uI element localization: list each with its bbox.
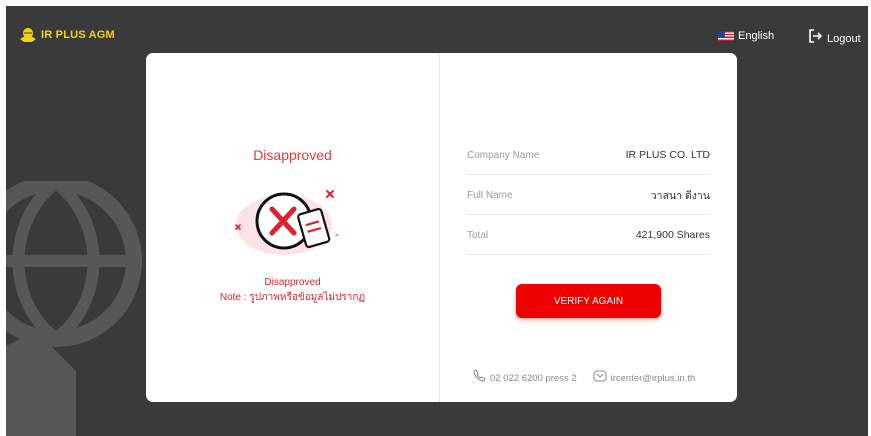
logout-icon bbox=[808, 29, 823, 48]
logout-button[interactable]: Logout bbox=[808, 29, 861, 48]
info-label: Company Name bbox=[467, 149, 540, 161]
logout-label: Logout bbox=[827, 32, 861, 45]
language-switcher[interactable]: English bbox=[718, 30, 774, 42]
globe-watermark-icon bbox=[6, 181, 142, 436]
info-row-company: Company Name IR PLUS CO. LTD bbox=[467, 136, 710, 175]
info-value: วาสนา ดีงาน bbox=[650, 189, 710, 202]
info-label: Full Name bbox=[467, 189, 513, 201]
phone-icon bbox=[473, 369, 486, 387]
verification-card: Disapproved Disapproved Note : รูปภาพหรื… bbox=[146, 53, 737, 402]
contact-email[interactable]: ircenter@irplus.in.th bbox=[611, 373, 696, 384]
brand-name: IR PLUS AGM bbox=[41, 29, 115, 41]
rejected-document-icon bbox=[235, 190, 339, 255]
info-value: IR PLUS CO. LTD bbox=[625, 149, 710, 161]
language-label: English bbox=[738, 30, 775, 42]
contact-phone[interactable]: 02 022 6200 press 2 bbox=[490, 373, 577, 384]
verify-again-button[interactable]: VERIFY AGAIN bbox=[516, 284, 661, 318]
status-title: Disapproved bbox=[253, 147, 332, 163]
shareholder-info-panel: Company Name IR PLUS CO. LTD Full Name ว… bbox=[440, 53, 737, 402]
app-screen: IR PLUS AGM English Logout Disapproved D… bbox=[6, 6, 868, 436]
info-row-total: Total 421,900 Shares bbox=[467, 216, 710, 255]
top-bar: IR PLUS AGM English Logout bbox=[6, 6, 868, 54]
us-flag-icon bbox=[718, 31, 734, 41]
handshake-icon bbox=[19, 27, 37, 43]
brand-logo[interactable]: IR PLUS AGM bbox=[19, 27, 115, 43]
info-label: Total bbox=[467, 229, 489, 241]
status-label: Disapproved bbox=[264, 277, 321, 288]
info-row-full-name: Full Name วาสนา ดีงาน bbox=[467, 176, 710, 215]
status-panel: Disapproved Disapproved Note : รูปภาพหรื… bbox=[146, 53, 440, 402]
info-value: 421,900 Shares bbox=[635, 229, 710, 241]
email-icon bbox=[593, 369, 607, 387]
status-note: Note : รูปภาพหรือข้อมูลไม่ปรากฏ bbox=[219, 292, 366, 303]
contact-info: 02 022 6200 press 2 ircenter@irplus.in.t… bbox=[473, 369, 695, 387]
